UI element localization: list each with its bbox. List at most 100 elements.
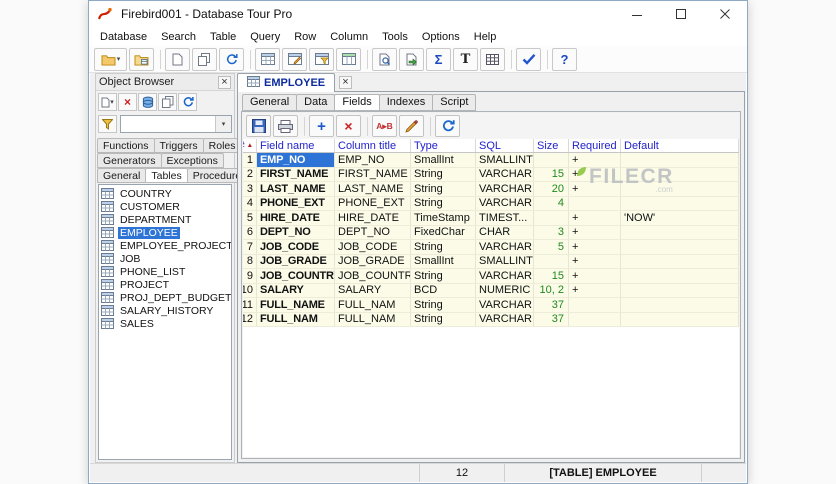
row-number-cell[interactable]: 10 bbox=[243, 283, 257, 297]
tab-triggers[interactable]: Triggers bbox=[153, 138, 204, 153]
required-cell[interactable] bbox=[569, 298, 621, 312]
menu-help[interactable]: Help bbox=[467, 29, 504, 45]
field-name-cell[interactable]: DEPT_NO bbox=[257, 225, 335, 239]
column-title-cell[interactable]: JOB_GRADE bbox=[335, 254, 411, 268]
table-columns-button[interactable] bbox=[336, 47, 361, 71]
object-browser-close-button[interactable]: × bbox=[218, 75, 231, 89]
default-cell[interactable]: 'NOW' bbox=[621, 211, 739, 225]
table-design-button[interactable] bbox=[282, 47, 307, 71]
menu-tools[interactable]: Tools bbox=[375, 29, 415, 45]
grid-row[interactable]: 8 JOB_GRADE JOB_GRADE SmallInt SMALLINT … bbox=[243, 254, 739, 269]
print-button[interactable] bbox=[273, 115, 298, 137]
menu-options[interactable]: Options bbox=[415, 29, 467, 45]
default-cell[interactable] bbox=[621, 153, 739, 167]
grid-row[interactable]: 5 HIRE_DATE HIRE_DATE TimeStamp TIMEST..… bbox=[243, 211, 739, 226]
open-table-button[interactable] bbox=[129, 47, 154, 71]
column-title-cell[interactable]: SALARY bbox=[335, 283, 411, 297]
col-header-default[interactable]: Default bbox=[621, 139, 739, 152]
field-name-cell[interactable]: FULL_NAM bbox=[257, 312, 335, 326]
grid-row[interactable]: 7 JOB_CODE JOB_CODE String VARCHAR 5 + bbox=[243, 240, 739, 255]
copy-object-button[interactable] bbox=[158, 93, 177, 111]
size-cell[interactable]: 5 bbox=[534, 240, 569, 254]
table-list-label[interactable]: SALES bbox=[118, 318, 156, 330]
refresh-objects-button[interactable] bbox=[178, 93, 197, 111]
sql-cell[interactable]: VARCHAR bbox=[476, 312, 534, 326]
grid-row[interactable]: 12 FULL_NAM FULL_NAM String VARCHAR 37 bbox=[243, 312, 739, 327]
column-title-cell[interactable]: DEPT_NO bbox=[335, 225, 411, 239]
field-name-cell[interactable]: EMP_NO bbox=[257, 153, 335, 167]
menu-row[interactable]: Row bbox=[287, 29, 323, 45]
refresh-button[interactable] bbox=[219, 47, 244, 71]
sql-cell[interactable]: SMALLINT bbox=[476, 254, 534, 268]
default-cell[interactable] bbox=[621, 283, 739, 297]
table-list-label[interactable]: DEPARTMENT bbox=[118, 214, 193, 226]
column-title-cell[interactable]: EMP_NO bbox=[335, 153, 411, 167]
grid-row[interactable]: 10 SALARY SALARY BCD NUMERIC 10, 2 + bbox=[243, 283, 739, 298]
sql-cell[interactable]: VARCHAR bbox=[476, 298, 534, 312]
table-list-label[interactable]: SALARY_HISTORY bbox=[118, 305, 215, 317]
row-number-cell[interactable]: 2 bbox=[243, 167, 257, 181]
required-cell[interactable]: + bbox=[569, 269, 621, 283]
tab-functions[interactable]: Functions bbox=[97, 138, 155, 153]
size-cell[interactable]: 37 bbox=[534, 312, 569, 326]
col-header-required[interactable]: Required bbox=[569, 139, 621, 152]
type-cell[interactable]: String bbox=[411, 167, 476, 181]
col-header-type[interactable]: Type bbox=[411, 139, 476, 152]
required-cell[interactable] bbox=[569, 312, 621, 326]
type-cell[interactable]: SmallInt bbox=[411, 254, 476, 268]
table-list-item[interactable]: EMPLOYEE_PROJECT bbox=[99, 239, 231, 252]
row-number-cell[interactable]: 11 bbox=[243, 298, 257, 312]
title-bar[interactable]: Firebird001 - Database Tour Pro bbox=[89, 1, 747, 27]
row-number-cell[interactable]: 3 bbox=[243, 182, 257, 196]
sql-cell[interactable]: TIMEST... bbox=[476, 211, 534, 225]
maximize-button[interactable] bbox=[659, 1, 703, 27]
document-close-button[interactable]: × bbox=[339, 76, 352, 89]
size-cell[interactable]: 4 bbox=[534, 196, 569, 210]
column-title-cell[interactable]: LAST_NAME bbox=[335, 182, 411, 196]
duplicate-window-button[interactable] bbox=[192, 47, 217, 71]
row-number-cell[interactable]: 12 bbox=[243, 312, 257, 326]
default-cell[interactable] bbox=[621, 240, 739, 254]
table-list-label[interactable]: EMPLOYEE bbox=[118, 226, 180, 239]
type-cell[interactable]: SmallInt bbox=[411, 153, 476, 167]
size-cell[interactable]: 15 bbox=[534, 167, 569, 181]
add-field-button[interactable]: + bbox=[309, 115, 334, 137]
rename-field-button[interactable]: A▸B bbox=[372, 115, 397, 137]
delete-field-button[interactable]: × bbox=[336, 115, 361, 137]
grid-row[interactable]: 1 EMP_NO EMP_NO SmallInt SMALLINT + bbox=[243, 153, 739, 168]
table-list-item[interactable]: SALARY_HISTORY bbox=[99, 304, 231, 317]
col-header-sql[interactable]: SQL bbox=[476, 139, 534, 152]
subtab-script[interactable]: Script bbox=[432, 94, 477, 111]
sql-cell[interactable]: NUMERIC bbox=[476, 283, 534, 297]
row-number-cell[interactable]: 8 bbox=[243, 254, 257, 268]
default-cell[interactable] bbox=[621, 269, 739, 283]
column-title-cell[interactable]: JOB_COUNTRY bbox=[335, 269, 411, 283]
field-name-cell[interactable]: JOB_COUNTRY bbox=[257, 269, 335, 283]
table-list-label[interactable]: PROJECT bbox=[118, 279, 171, 291]
required-cell[interactable]: + bbox=[569, 254, 621, 268]
table-list-label[interactable]: PROJ_DEPT_BUDGET bbox=[118, 292, 231, 304]
column-title-cell[interactable]: HIRE_DATE bbox=[335, 211, 411, 225]
column-title-cell[interactable]: FULL_NAM bbox=[335, 312, 411, 326]
grid-row[interactable]: 9 JOB_COUNTRY JOB_COUNTRY String VARCHAR… bbox=[243, 269, 739, 284]
save-button[interactable] bbox=[246, 115, 271, 137]
field-name-cell[interactable]: LAST_NAME bbox=[257, 182, 335, 196]
menu-column[interactable]: Column bbox=[323, 29, 375, 45]
sql-cell[interactable]: SMALLINT bbox=[476, 153, 534, 167]
field-name-cell[interactable]: JOB_CODE bbox=[257, 240, 335, 254]
default-cell[interactable] bbox=[621, 254, 739, 268]
filter-button[interactable] bbox=[98, 115, 117, 133]
grid-row[interactable]: 11 FULL_NAME FULL_NAM String VARCHAR 37 bbox=[243, 298, 739, 313]
help-button[interactable]: ? bbox=[552, 47, 577, 71]
sql-cell[interactable]: CHAR bbox=[476, 225, 534, 239]
required-cell[interactable] bbox=[569, 196, 621, 210]
size-cell[interactable]: 15 bbox=[534, 269, 569, 283]
size-cell[interactable] bbox=[534, 211, 569, 225]
menu-table[interactable]: Table bbox=[203, 29, 243, 45]
sql-cell[interactable]: VARCHAR bbox=[476, 182, 534, 196]
required-cell[interactable]: + bbox=[569, 167, 621, 181]
sum-button[interactable]: Σ bbox=[426, 47, 451, 71]
type-cell[interactable]: TimeStamp bbox=[411, 211, 476, 225]
grid-mode-button[interactable] bbox=[480, 47, 505, 71]
type-cell[interactable]: String bbox=[411, 269, 476, 283]
